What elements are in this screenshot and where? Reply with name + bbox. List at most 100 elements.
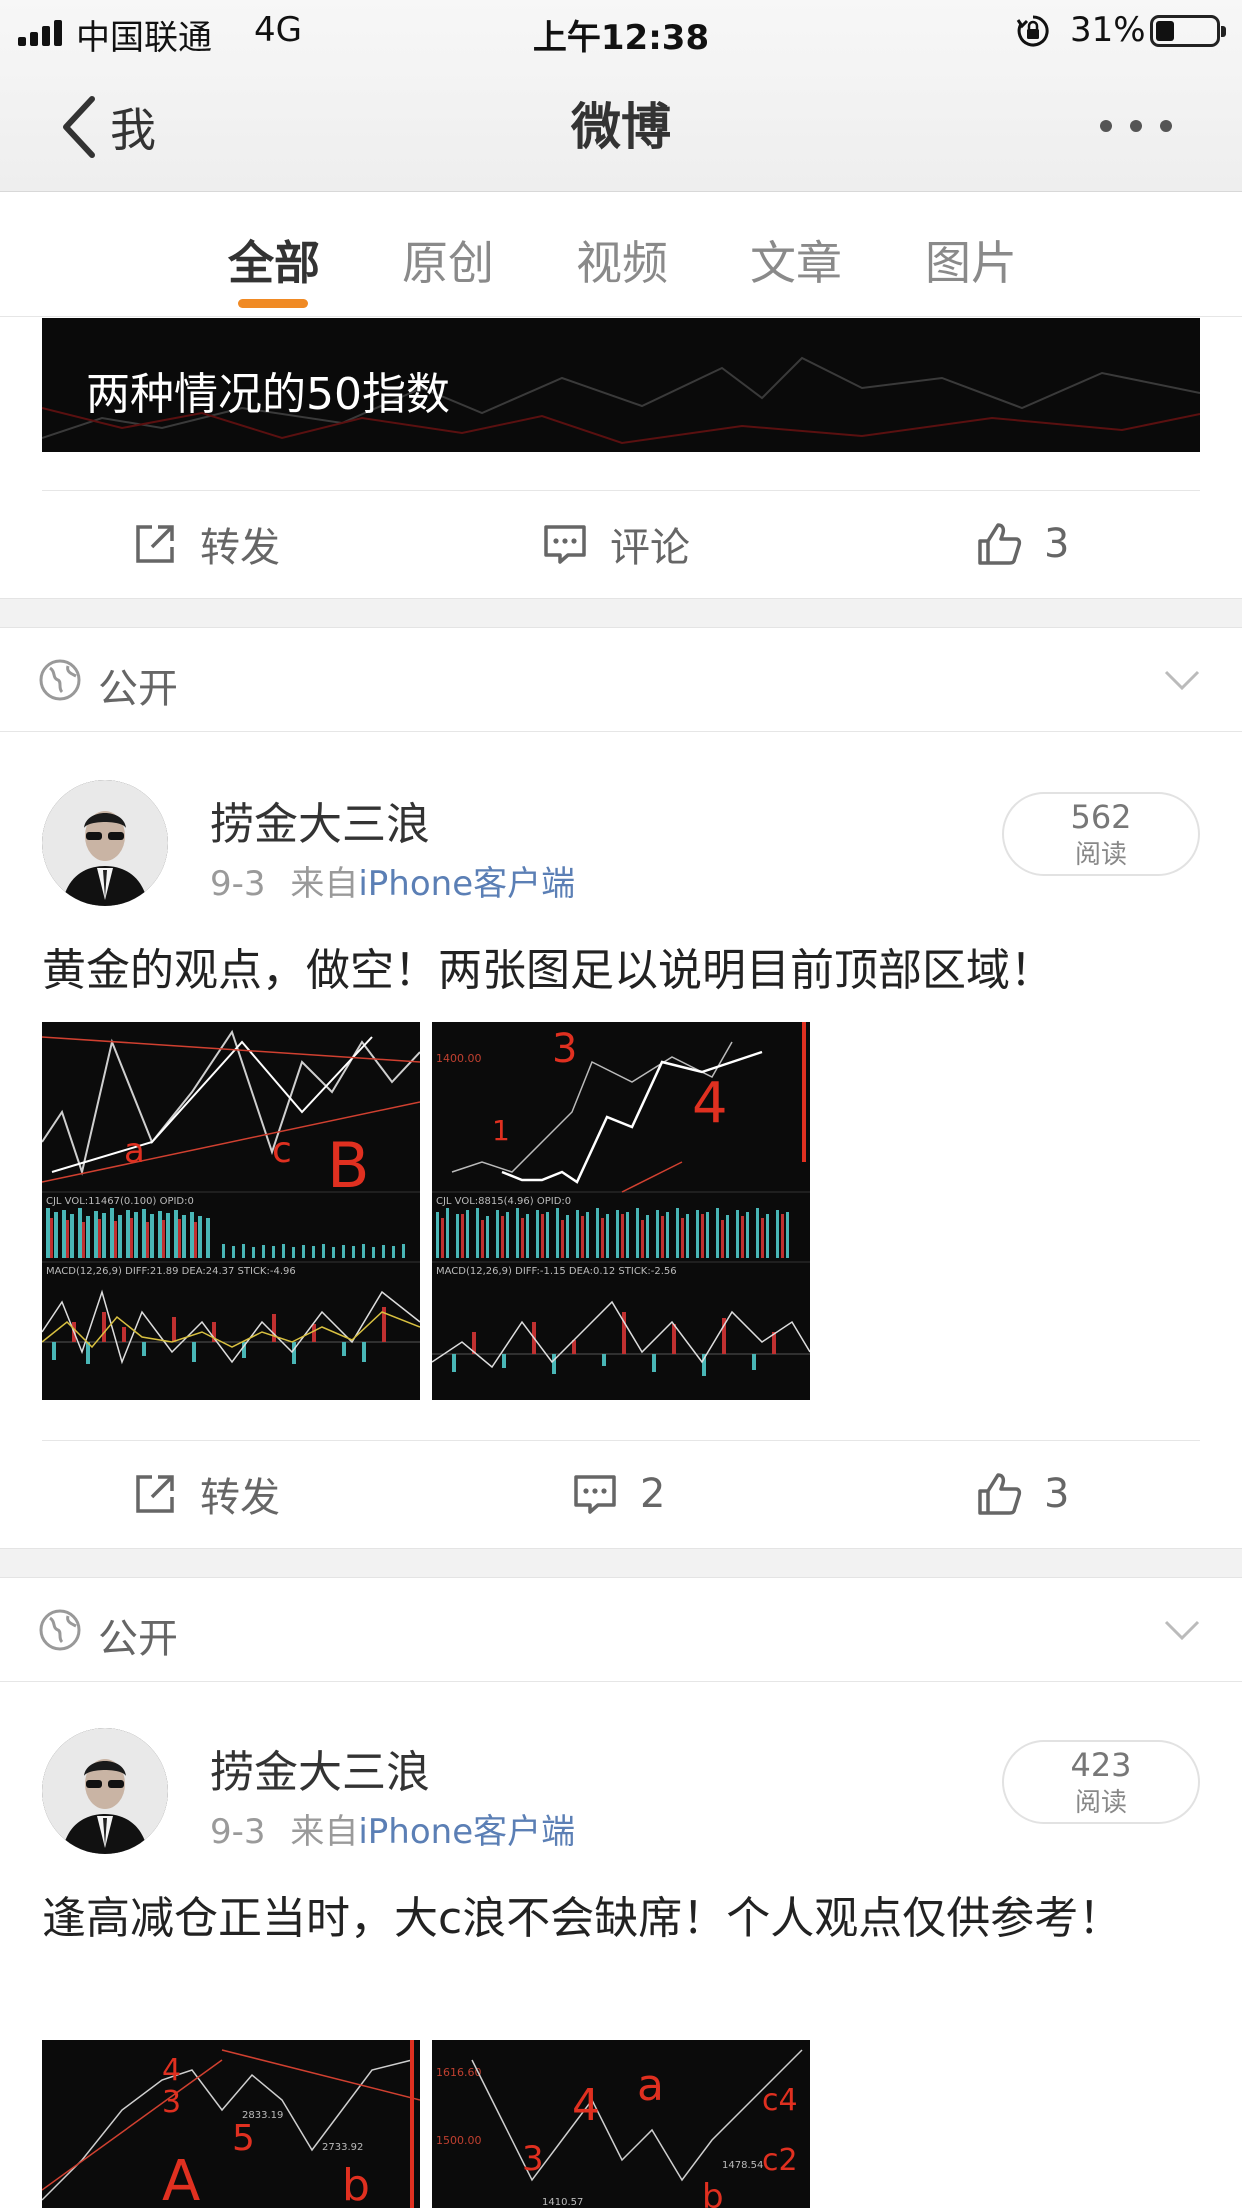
svg-text:c: c: [272, 1130, 292, 1171]
globe-icon: [39, 1609, 81, 1651]
post-image[interactable]: 4 3 5 A b 2833.19 2733.92: [42, 2040, 420, 2208]
comment-button[interactable]: 2: [572, 1440, 665, 1548]
section-gap: [0, 1548, 1242, 1578]
svg-text:a: a: [637, 2060, 664, 2111]
svg-text:1616.60: 1616.60: [436, 2066, 482, 2079]
battery-percent: 31%: [1070, 10, 1146, 50]
repost-icon: [136, 1475, 174, 1513]
source-prefix: 来自: [290, 864, 359, 904]
repost-button[interactable]: 转发: [132, 1440, 280, 1548]
post-meta: 9-3 来自iPhone客户端: [210, 856, 575, 905]
page-title: 微博: [571, 98, 671, 156]
post-image-banner[interactable]: 两种情况的50指数: [42, 318, 1200, 452]
comment-icon: [574, 1475, 616, 1514]
repost-label: 转发: [200, 1475, 280, 1521]
svg-text:2833.19: 2833.19: [242, 2110, 283, 2121]
like-count: 3: [1044, 521, 1070, 567]
svg-text:MACD(12,26,9) DIFF:21.89 DEA:: MACD(12,26,9) DIFF:21.89 DEA:24.37 STICK…: [46, 1266, 296, 1277]
avatar-image: [42, 780, 168, 906]
repost-label: 转发: [200, 525, 280, 571]
globe-icon: [39, 659, 81, 701]
more-icon[interactable]: [1100, 120, 1172, 134]
post-source-link[interactable]: iPhone客户端: [358, 864, 575, 904]
svg-text:4: 4: [692, 1071, 728, 1136]
tab-original[interactable]: 原创: [402, 227, 494, 293]
svg-text:a: a: [124, 1131, 145, 1171]
avatar[interactable]: [42, 1728, 168, 1854]
read-label: 阅读: [1074, 1788, 1127, 1818]
source-prefix: 来自: [290, 1812, 359, 1852]
svg-text:MACD(12,26,9) DIFF:-1.15 DEA:: MACD(12,26,9) DIFF:-1.15 DEA:0.12 STICK:…: [436, 1266, 677, 1277]
repost-button[interactable]: 转发: [132, 490, 280, 598]
like-button[interactable]: 3: [976, 1440, 1069, 1548]
svg-text:c4: c4: [762, 2083, 798, 2118]
post-action-bar: 转发 评论 3: [0, 490, 1242, 598]
avatar-image: [42, 1728, 168, 1854]
visibility-row[interactable]: 公开: [0, 1578, 1242, 1682]
read-count: 423: [1070, 1746, 1132, 1784]
battery-fill: [1156, 21, 1174, 41]
svg-text:3: 3: [552, 1026, 577, 1072]
status-time: 上午12:38: [532, 18, 710, 58]
author-name[interactable]: 捞金大三浪: [210, 788, 430, 852]
svg-text:4: 4: [572, 2080, 600, 2131]
tab-photo[interactable]: 图片: [925, 227, 1017, 293]
post-text: 逢高减仓正当时，大c浪不会缺席！个人观点仅供参考！: [42, 1893, 1123, 1944]
like-icon: [978, 1473, 1022, 1515]
gold-chart-image-1: a c B CJL VOL:11467(0.100) OPID:0 MACD(1…: [42, 1022, 420, 1400]
visibility-label: 公开: [98, 1616, 178, 1662]
lock-rotation-icon: [1016, 15, 1049, 47]
tab-video[interactable]: 视频: [576, 227, 668, 293]
comment-icon: [544, 525, 586, 564]
banner-caption: 两种情况的50指数: [86, 369, 450, 420]
post-source-link[interactable]: iPhone客户端: [358, 1812, 575, 1852]
post-image[interactable]: 1616.60 1500.00 4 a 3 b c4 c2 1478.54 14…: [432, 2040, 810, 2208]
comment-button[interactable]: 评论: [542, 490, 690, 598]
svg-text:1400.00: 1400.00: [436, 1052, 482, 1065]
gold-chart-image-3: 4 3 5 A b 2833.19 2733.92: [42, 2040, 420, 2208]
chevron-down-icon[interactable]: [1162, 1614, 1202, 1644]
read-count-badge: 562 阅读: [1002, 792, 1200, 876]
post-image[interactable]: a c B CJL VOL:11467(0.100) OPID:0 MACD(1…: [42, 1022, 420, 1400]
svg-text:CJL VOL:11467(0.100) OP: CJL VOL:11467(0.100) OPID:0: [46, 1196, 194, 1207]
svg-text:A: A: [162, 2149, 200, 2208]
tab-article[interactable]: 文章: [750, 227, 842, 293]
post-date: 9-3: [210, 864, 266, 904]
svg-text:c2: c2: [762, 2143, 798, 2178]
post-date: 9-3: [210, 1812, 266, 1852]
visibility-label: 公开: [98, 666, 178, 712]
svg-text:2733.92: 2733.92: [322, 2142, 363, 2153]
section-gap: [0, 598, 1242, 628]
post-image[interactable]: 1400.00 1 3 4 CJL VOL:8815(4.96) OPID:0 …: [432, 1022, 810, 1400]
svg-text:4: 4: [162, 2053, 181, 2088]
like-count: 3: [1044, 1471, 1070, 1517]
like-icon: [978, 523, 1022, 565]
top-bar: 中国联通 4G 上午12:38 31% 我 微博: [0, 0, 1242, 192]
comment-label: 评论: [610, 525, 690, 571]
svg-text:1478.54: 1478.54: [722, 2160, 763, 2171]
svg-text:3: 3: [522, 2139, 544, 2179]
gold-chart-image-4: 1616.60 1500.00 4 a 3 b c4 c2 1478.54 14…: [432, 2040, 810, 2208]
avatar[interactable]: [42, 780, 168, 906]
svg-text:1410.57: 1410.57: [542, 2197, 583, 2208]
read-label: 阅读: [1074, 840, 1127, 870]
active-tab-indicator: [238, 299, 308, 308]
visibility-row[interactable]: 公开: [0, 628, 1242, 732]
like-button[interactable]: 3: [976, 490, 1069, 598]
battery-icon: [1150, 15, 1226, 47]
read-count-badge: 423 阅读: [1002, 1740, 1200, 1824]
author-name[interactable]: 捞金大三浪: [210, 1736, 430, 1800]
svg-text:CJL VOL:8815(4.96) OPID: CJL VOL:8815(4.96) OPID:0: [436, 1196, 571, 1207]
repost-icon: [136, 525, 174, 563]
post-meta: 9-3 来自iPhone客户端: [210, 1804, 575, 1853]
svg-text:5: 5: [232, 2118, 255, 2159]
svg-text:1: 1: [492, 1114, 510, 1147]
tab-all[interactable]: 全部: [228, 227, 320, 293]
status-bar: 中国联通 4G 上午12:38 31%: [0, 0, 1242, 62]
chevron-down-icon[interactable]: [1162, 664, 1202, 694]
post-action-bar: 转发 2 3: [0, 1440, 1242, 1548]
svg-text:3: 3: [162, 2085, 181, 2120]
svg-text:B: B: [327, 1129, 370, 1202]
gold-chart-image-2: 1400.00 1 3 4 CJL VOL:8815(4.96) OPID:0 …: [432, 1022, 810, 1400]
comment-count: 2: [640, 1471, 666, 1517]
